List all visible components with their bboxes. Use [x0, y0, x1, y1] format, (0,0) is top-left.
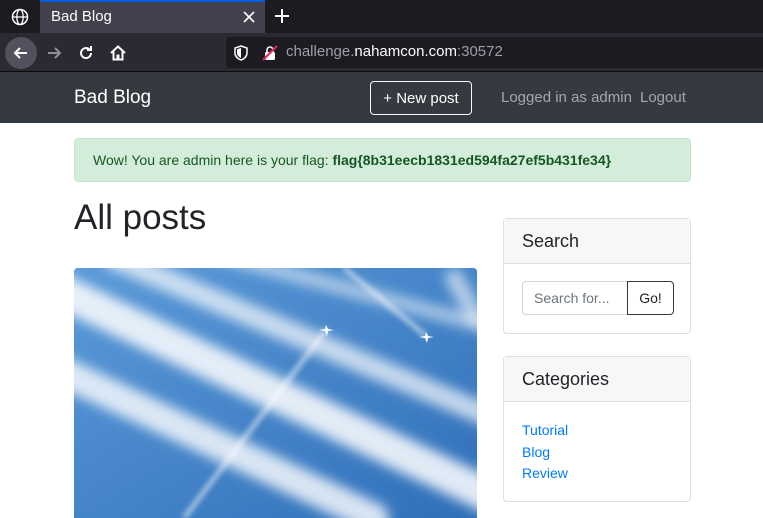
page-title: All posts	[74, 198, 207, 237]
flag-value: flag{8b31eecb1831ed594fa27ef5b431fe34}	[332, 152, 612, 168]
close-icon[interactable]	[241, 9, 257, 25]
brand-link[interactable]: Bad Blog	[74, 87, 151, 109]
alert-message: Wow! You are admin here is your flag:	[93, 152, 333, 168]
arrow-left-icon	[13, 47, 27, 59]
arrow-right-icon	[48, 47, 62, 59]
post-image[interactable]	[74, 268, 477, 518]
forward-button[interactable]	[38, 37, 70, 69]
insecure-lock-icon[interactable]	[262, 45, 278, 61]
category-list: Tutorial Blog Review	[522, 420, 568, 485]
url-host: nahamcon.com	[354, 43, 457, 60]
url-text: challenge.nahamcon.com:30572	[286, 43, 503, 60]
categories-card: Categories Tutorial Blog Review	[503, 356, 691, 502]
category-link-review[interactable]: Review	[522, 463, 568, 485]
logout-link[interactable]: Logout	[640, 89, 686, 106]
browser-tabstrip: Bad Blog	[0, 0, 763, 33]
new-post-button[interactable]: + New post	[370, 81, 472, 115]
search-card-title: Search	[504, 219, 690, 264]
back-button[interactable]	[5, 37, 37, 69]
category-link-blog[interactable]: Blog	[522, 442, 568, 464]
flag-alert: Wow! You are admin here is your flag: fl…	[74, 138, 691, 182]
url-bar[interactable]: challenge.nahamcon.com:30572	[226, 37, 763, 68]
site-navbar: Bad Blog + New post Logged in as admin L…	[0, 72, 763, 123]
url-port: :30572	[456, 43, 503, 60]
category-link-tutorial[interactable]: Tutorial	[522, 420, 568, 442]
reload-icon	[80, 46, 93, 60]
search-input[interactable]: Search for...	[522, 281, 628, 315]
browser-toolbar: challenge.nahamcon.com:30572	[0, 33, 763, 72]
search-card: Search Search for... Go!	[503, 218, 691, 334]
contrails-image	[74, 268, 477, 518]
home-button[interactable]	[102, 37, 134, 69]
tab-title: Bad Blog	[51, 8, 112, 25]
shield-icon[interactable]	[234, 45, 248, 61]
browser-tab[interactable]: Bad Blog	[40, 0, 265, 33]
reload-button[interactable]	[70, 37, 102, 69]
globe-icon[interactable]	[0, 0, 40, 33]
plus-icon[interactable]	[272, 6, 292, 26]
search-go-button[interactable]: Go!	[627, 281, 674, 315]
categories-card-title: Categories	[504, 357, 690, 402]
url-prefix: challenge.	[286, 43, 355, 60]
home-icon	[110, 45, 126, 61]
logged-in-status: Logged in as admin	[501, 89, 632, 106]
